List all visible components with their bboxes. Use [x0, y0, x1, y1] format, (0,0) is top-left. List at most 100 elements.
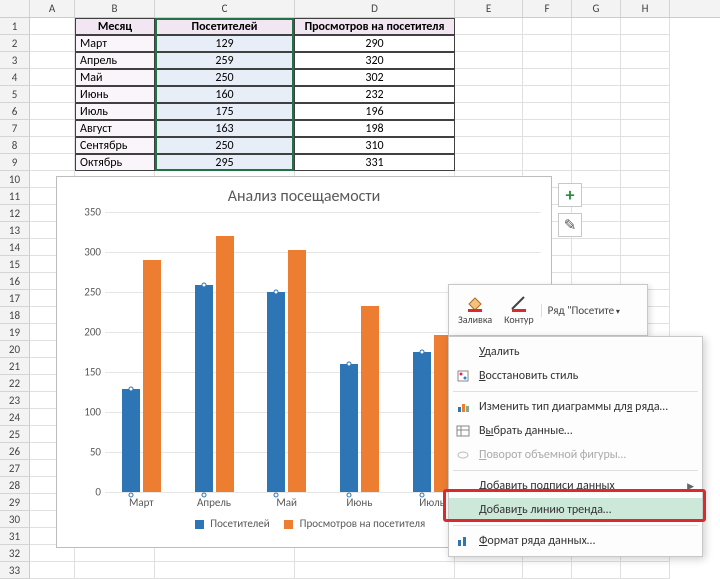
cell-C5[interactable]: 160	[155, 86, 295, 103]
cell-C33[interactable]	[155, 562, 295, 579]
cell-B33[interactable]	[75, 562, 155, 579]
row-header[interactable]: 11	[0, 188, 30, 205]
row-header[interactable]: 12	[0, 205, 30, 222]
cell-C4[interactable]: 250	[155, 69, 295, 86]
col-header-F[interactable]: F	[523, 0, 572, 17]
cell-B2[interactable]: Март	[75, 35, 155, 52]
cell-D4[interactable]: 302	[295, 69, 455, 86]
cell-A5[interactable]	[30, 86, 75, 103]
row-header[interactable]: 10	[0, 171, 30, 188]
row-header[interactable]: 22	[0, 375, 30, 392]
row-header[interactable]: 17	[0, 290, 30, 307]
row-header[interactable]: 7	[0, 120, 30, 137]
row-header[interactable]: 33	[0, 562, 30, 579]
chart-styles-button[interactable]: ✎	[558, 213, 582, 237]
row-header[interactable]: 15	[0, 256, 30, 273]
cell-C3[interactable]: 259	[155, 52, 295, 69]
cell-F6[interactable]	[523, 103, 572, 120]
bar-Посетителей[interactable]	[122, 389, 140, 492]
cell-B6[interactable]: Июль	[75, 103, 155, 120]
cell-H14[interactable]	[621, 239, 670, 256]
cell-F4[interactable]	[523, 69, 572, 86]
cell-H2[interactable]	[621, 35, 670, 52]
menu-select-data[interactable]: Выбрать данные…	[449, 419, 702, 443]
cell-E1[interactable]	[455, 18, 523, 35]
row-header[interactable]: 13	[0, 222, 30, 239]
cell-A2[interactable]	[30, 35, 75, 52]
cell-D7[interactable]: 198	[295, 120, 455, 137]
cell-H6[interactable]	[621, 103, 670, 120]
cell-F7[interactable]	[523, 120, 572, 137]
cell-B9[interactable]: Октябрь	[75, 154, 155, 171]
row-header[interactable]: 28	[0, 477, 30, 494]
menu-delete[interactable]: Удалить	[449, 340, 702, 364]
cell-D6[interactable]: 196	[295, 103, 455, 120]
series-selector[interactable]: Ряд "Посетите ▾	[541, 304, 620, 317]
cell-F9[interactable]	[523, 154, 572, 171]
bar-Просмотров на посетителя[interactable]	[361, 306, 379, 492]
row-header[interactable]: 20	[0, 341, 30, 358]
cell-E3[interactable]	[455, 52, 523, 69]
cell-A9[interactable]	[30, 154, 75, 171]
col-header-B[interactable]: B	[75, 0, 155, 17]
cell-E4[interactable]	[455, 69, 523, 86]
cell-H10[interactable]	[621, 171, 670, 188]
cell-B8[interactable]: Сентябрь	[75, 137, 155, 154]
cell-D33[interactable]	[295, 562, 455, 579]
row-header[interactable]: 21	[0, 358, 30, 375]
row-header[interactable]: 5	[0, 86, 30, 103]
cell-G33[interactable]	[572, 562, 621, 579]
cell-G6[interactable]	[572, 103, 621, 120]
cell-F5[interactable]	[523, 86, 572, 103]
row-header[interactable]: 24	[0, 409, 30, 426]
bar-group[interactable]	[105, 212, 178, 492]
select-all-corner[interactable]	[0, 0, 30, 17]
cell-A4[interactable]	[30, 69, 75, 86]
chart-elements-button[interactable]: +	[558, 183, 582, 207]
col-header-E[interactable]: E	[455, 0, 523, 17]
fill-button[interactable]: Заливка	[453, 292, 497, 328]
cell-G9[interactable]	[572, 154, 621, 171]
cell-G1[interactable]	[572, 18, 621, 35]
cell-H4[interactable]	[621, 69, 670, 86]
row-header[interactable]: 8	[0, 137, 30, 154]
cell-F2[interactable]	[523, 35, 572, 52]
cell-A8[interactable]	[30, 137, 75, 154]
cell-G8[interactable]	[572, 137, 621, 154]
col-header-A[interactable]: A	[30, 0, 75, 17]
row-header[interactable]: 29	[0, 494, 30, 511]
bar-Посетителей[interactable]	[413, 352, 431, 492]
bar-group[interactable]	[250, 212, 323, 492]
row-header[interactable]: 31	[0, 528, 30, 545]
bar-group[interactable]	[178, 212, 251, 492]
row-header[interactable]: 9	[0, 154, 30, 171]
row-header[interactable]: 30	[0, 511, 30, 528]
bar-Просмотров на посетителя[interactable]	[216, 236, 234, 492]
col-header-C[interactable]: C	[155, 0, 295, 17]
cell-E6[interactable]	[455, 103, 523, 120]
cell-B4[interactable]: Май	[75, 69, 155, 86]
cell-C8[interactable]: 250	[155, 137, 295, 154]
cell-E8[interactable]	[455, 137, 523, 154]
row-header[interactable]: 3	[0, 52, 30, 69]
cell-G7[interactable]	[572, 120, 621, 137]
cell-C1[interactable]: Посетителей	[155, 18, 295, 35]
row-header[interactable]: 26	[0, 443, 30, 460]
cell-D8[interactable]: 310	[295, 137, 455, 154]
row-header[interactable]: 32	[0, 545, 30, 562]
cell-H8[interactable]	[621, 137, 670, 154]
bar-Просмотров на посетителя[interactable]	[143, 260, 161, 492]
cell-C6[interactable]: 175	[155, 103, 295, 120]
cell-H11[interactable]	[621, 188, 670, 205]
cell-D1[interactable]: Просмотров на посетителя	[295, 18, 455, 35]
row-header[interactable]: 4	[0, 69, 30, 86]
menu-change-chart-type[interactable]: Изменить тип диаграммы для ряда…	[449, 395, 702, 419]
cell-B3[interactable]: Апрель	[75, 52, 155, 69]
col-header-H[interactable]: H	[621, 0, 670, 17]
cell-C2[interactable]: 129	[155, 35, 295, 52]
cell-E7[interactable]	[455, 120, 523, 137]
row-header[interactable]: 19	[0, 324, 30, 341]
cell-G5[interactable]	[572, 86, 621, 103]
cell-B7[interactable]: Август	[75, 120, 155, 137]
cell-B1[interactable]: Месяц	[75, 18, 155, 35]
